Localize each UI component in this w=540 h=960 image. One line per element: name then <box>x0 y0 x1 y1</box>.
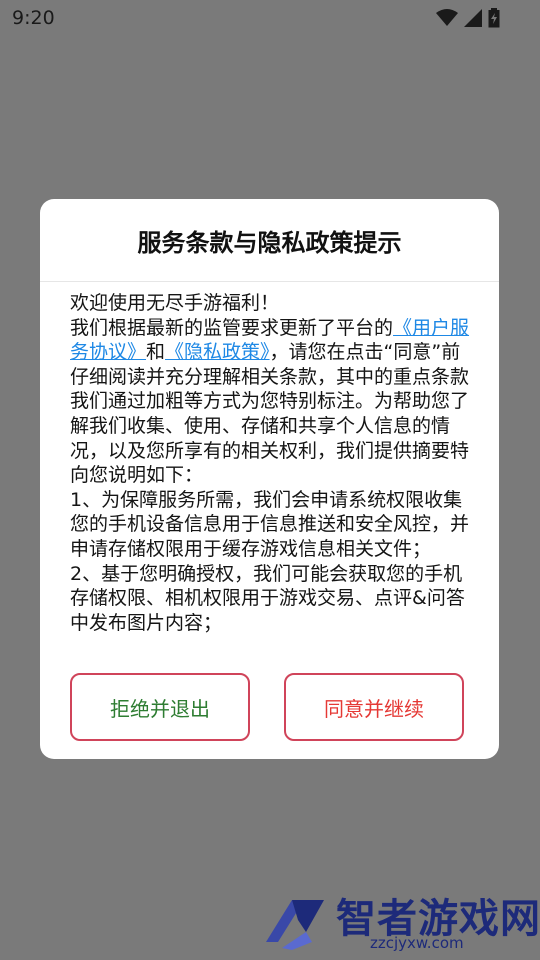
notice-text-before: 我们根据最新的监管要求更新了平台的 <box>70 316 394 339</box>
status-bar: 9:20 <box>0 0 540 36</box>
site-watermark: 智者游戏网 zzcjyxw.com <box>262 886 540 960</box>
permission-item-1: 1、为保障服务所需，我们会申请系统权限收集您的手机设备信息用于信息推送和安全风控… <box>70 488 470 560</box>
notice-paragraph: 我们根据最新的监管要求更新了平台的《用户服务协议》和《隐私政策》，请您在点击“同… <box>70 316 472 488</box>
signal-icon <box>464 9 482 27</box>
dialog-body[interactable]: 欢迎使用无尽手游福利！ 我们根据最新的监管要求更新了平台的《用户服务协议》和《隐… <box>70 291 472 648</box>
watermark-url: zzcjyxw.com <box>370 934 464 952</box>
status-icons <box>436 8 500 28</box>
wifi-icon <box>436 9 458 27</box>
battery-charging-icon <box>488 8 500 28</box>
permission-item-2: 2、基于您明确授权，我们可能会获取您的手机存储权限、相机权限用于游戏交易、点评&… <box>70 562 465 634</box>
status-time: 9:20 <box>12 7 55 29</box>
conjunction-text: 和 <box>146 341 166 364</box>
brand-logo-icon <box>262 892 332 956</box>
privacy-policy-link[interactable]: 《隐私政策》 <box>165 341 270 363</box>
reject-exit-button[interactable]: 拒绝并退出 <box>70 673 250 741</box>
dialog-title: 服务条款与隐私政策提示 <box>40 199 499 282</box>
agree-continue-button[interactable]: 同意并继续 <box>284 673 464 741</box>
privacy-dialog: 服务条款与隐私政策提示 欢迎使用无尽手游福利！ 我们根据最新的监管要求更新了平台… <box>40 199 499 759</box>
greeting-text: 欢迎使用无尽手游福利！ <box>70 292 280 314</box>
